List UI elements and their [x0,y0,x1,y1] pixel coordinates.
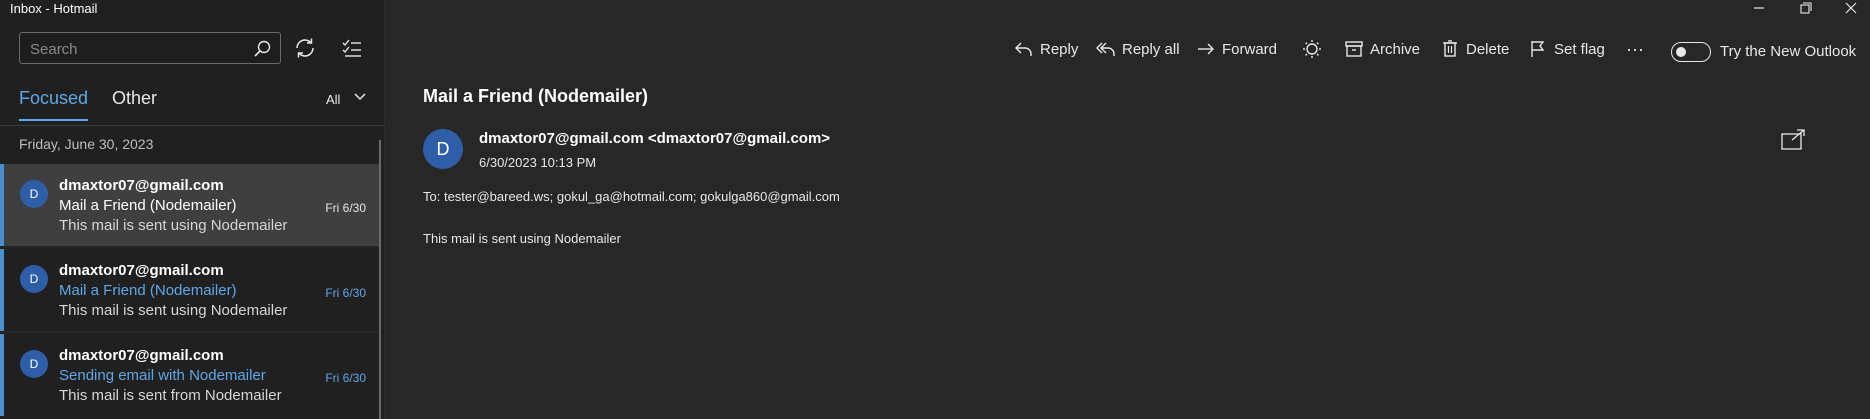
close-icon[interactable] [1841,0,1861,16]
avatar: D [20,265,48,293]
filter-dropdown[interactable]: All [326,92,366,107]
sweep-button[interactable] [1302,36,1328,62]
set-flag-label: Set flag [1554,40,1605,58]
avatar: D [20,180,48,208]
forward-icon [1198,43,1214,55]
archive-label: Archive [1370,40,1421,58]
reply-all-button[interactable]: Reply all [1096,36,1180,62]
toggle-knob [1676,47,1686,57]
message-date: Fri 6/30 [325,201,366,215]
open-in-new-window-icon[interactable] [1780,128,1806,152]
tab-divider [0,125,385,126]
delete-button[interactable]: Delete [1440,36,1509,62]
minimize-icon[interactable] [1749,0,1769,16]
message-list-pane: Inbox - Hotmail Focused Other All Friday… [0,0,385,419]
search-input[interactable] [30,39,240,59]
tab-other[interactable]: Other [112,88,157,109]
inbox-tabs: Focused Other All [0,84,385,121]
sent-timestamp: 6/30/2023 10:13 PM [479,155,597,170]
forward-button[interactable]: Forward [1196,36,1277,62]
sync-icon[interactable] [292,35,318,61]
reply-label: Reply [1040,40,1079,58]
reply-icon [1015,42,1032,56]
sender-avatar[interactable]: D [423,129,463,169]
sender-address[interactable]: dmaxtor07@gmail.com <dmaxtor07@gmail.com… [479,130,830,147]
avatar: D [20,350,48,378]
filter-label: All [326,92,341,107]
message-preview: This mail is sent using Nodemailer [59,302,288,319]
search-icon[interactable] [252,39,272,59]
sun-icon [1303,40,1321,58]
message-subject: Sending email with Nodemailer [59,367,266,384]
message-item[interactable]: D dmaxtor07@gmail.com Sending email with… [0,334,380,416]
chevron-down-icon [354,93,366,101]
message-separator [0,331,380,333]
tab-focused[interactable]: Focused [19,88,89,121]
message-subject: Mail a Friend (Nodemailer) [59,282,237,299]
message-separator [0,246,380,248]
message-sender: dmaxtor07@gmail.com [59,177,224,194]
reading-pane: Reply Reply all Forward Archive Delete S… [386,0,1870,419]
window-title: Inbox - Hotmail [10,1,98,16]
message-date: Fri 6/30 [325,286,366,300]
new-outlook-toggle[interactable] [1671,42,1711,62]
message-subject: Mail a Friend (Nodemailer) [59,197,237,214]
reply-button[interactable]: Reply [1014,36,1078,62]
restore-icon[interactable] [1795,0,1815,16]
new-outlook-label[interactable]: Try the New Outlook [1720,43,1856,60]
selection-mode-icon[interactable] [339,35,365,61]
reading-subject: Mail a Friend (Nodemailer) [423,86,649,106]
forward-label: Forward [1222,40,1278,58]
reply-all-label: Reply all [1122,40,1180,58]
more-actions-button[interactable]: ··· [1626,36,1644,62]
archive-button[interactable]: Archive [1344,36,1420,62]
flag-icon [1531,41,1545,57]
message-date: Fri 6/30 [325,371,366,385]
scrollbar[interactable] [379,140,381,419]
message-sender: dmaxtor07@gmail.com [59,262,224,279]
search-box[interactable] [19,32,281,64]
archive-icon [1345,41,1363,57]
message-preview: This mail is sent using Nodemailer [59,217,288,234]
message-item[interactable]: D dmaxtor07@gmail.com Mail a Friend (Nod… [0,249,380,331]
message-item[interactable]: D dmaxtor07@gmail.com Mail a Friend (Nod… [0,164,380,246]
reply-all-icon [1096,42,1115,56]
delete-label: Delete [1466,40,1510,58]
group-date-header: Friday, June 30, 2023 [19,136,154,152]
message-body: This mail is sent using Nodemailer [423,231,621,246]
message-preview: This mail is sent from Nodemailer [59,387,282,404]
trash-icon [1443,40,1457,57]
message-sender: dmaxtor07@gmail.com [59,347,224,364]
set-flag-button[interactable]: Set flag [1528,36,1605,62]
recipients-line: To: tester@bareed.ws; gokul_ga@hotmail.c… [423,189,840,204]
